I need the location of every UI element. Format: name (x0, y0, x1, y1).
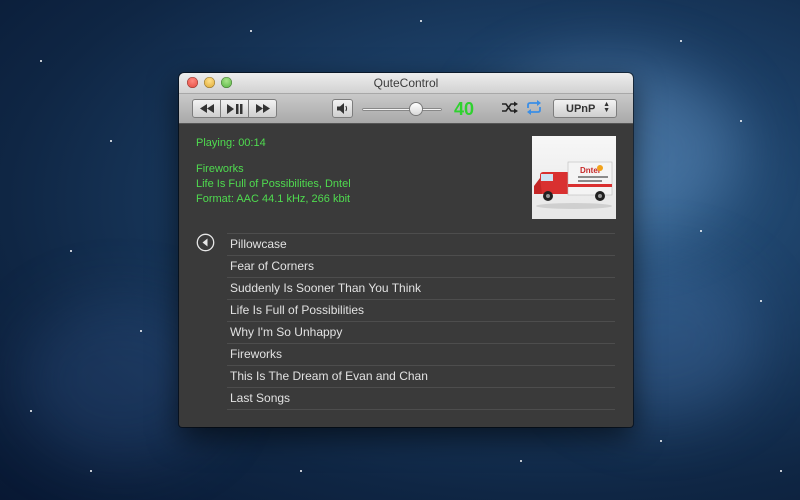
source-select-value: UPnP (566, 102, 596, 115)
volume-slider-knob[interactable] (409, 103, 422, 115)
repeat-icon (527, 100, 541, 115)
play-pause-button[interactable] (220, 99, 249, 118)
minimize-button[interactable] (204, 77, 215, 88)
back-button[interactable] (196, 233, 215, 257)
playlist: Pillowcase Fear of Corners Suddenly Is S… (227, 233, 615, 410)
svg-text:Dntel: Dntel (580, 166, 600, 175)
shuffle-button[interactable] (502, 101, 518, 119)
audio-format: Format: AAC 44.1 kHz, 266 kbit (196, 193, 351, 205)
playlist-item[interactable]: This Is The Dream of Evan and Chan (227, 365, 615, 387)
play-pause-icon (226, 103, 242, 114)
playlist-item[interactable]: Why I'm So Unhappy (227, 321, 615, 343)
zoom-button[interactable] (221, 77, 232, 88)
volume-value: 40 (454, 99, 475, 119)
fast-forward-button[interactable] (248, 99, 277, 118)
shuffle-icon (502, 101, 518, 114)
playlist-item[interactable]: Suddenly Is Sooner Than You Think (227, 277, 615, 299)
app-window: QuteControl 40 UPnP ▲ ▼ Playing: 00:14 F… (179, 73, 633, 427)
playlist-item[interactable]: Life Is Full of Possibilities (227, 299, 615, 321)
content-area: Playing: 00:14 Fireworks Life Is Full of… (179, 124, 633, 427)
album-artist: Life Is Full of Possibilities, Dntel (196, 178, 351, 190)
playback-status: Playing: 00:14 (196, 137, 266, 149)
back-arrow-icon (196, 233, 215, 252)
now-playing-info: Playing: 00:14 Fireworks Life Is Full of… (196, 136, 351, 207)
source-select[interactable]: UPnP ▲ ▼ (553, 99, 617, 118)
toolbar: 40 UPnP ▲ ▼ (179, 94, 633, 124)
window-title: QuteControl (373, 76, 439, 90)
rewind-icon (199, 104, 214, 113)
playlist-item[interactable]: Pillowcase (227, 233, 615, 255)
rewind-button[interactable] (192, 99, 221, 118)
playlist-item[interactable]: Fireworks (227, 343, 615, 365)
fast-forward-icon (255, 104, 270, 113)
title-bar[interactable]: QuteControl (179, 73, 633, 94)
playlist-item[interactable]: Last Songs (227, 387, 615, 410)
mute-button[interactable] (332, 99, 353, 118)
track-title: Fireworks (196, 163, 244, 175)
playlist-item[interactable]: Fear of Corners (227, 255, 615, 277)
album-art: Dntel (532, 136, 616, 219)
volume-slider[interactable] (362, 103, 442, 115)
select-arrows-icon: ▲ ▼ (603, 101, 610, 114)
speaker-icon (336, 103, 347, 114)
repeat-button[interactable] (526, 100, 542, 120)
close-button[interactable] (187, 77, 198, 88)
